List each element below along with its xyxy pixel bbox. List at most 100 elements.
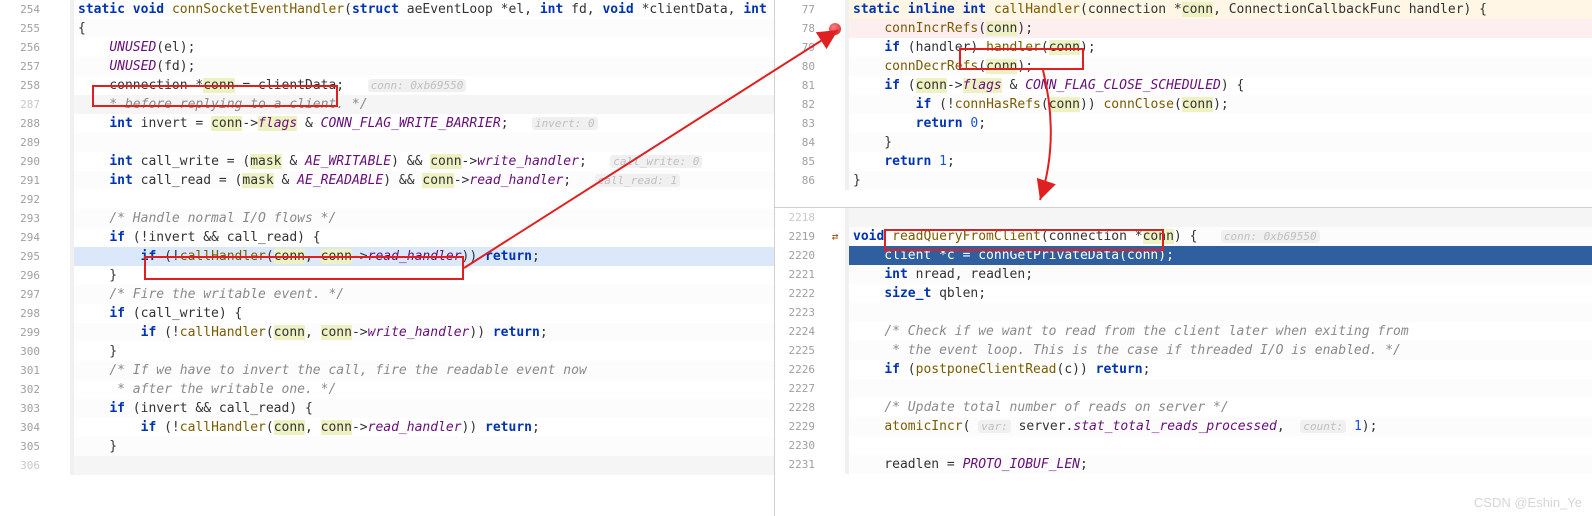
line-number[interactable]: 301 xyxy=(0,361,50,380)
code-line[interactable]: 288 int invert = conn->flags & CONN_FLAG… xyxy=(0,114,774,133)
gutter-mark[interactable] xyxy=(50,361,70,380)
code-line[interactable]: 2223 xyxy=(775,303,1592,322)
gutter-mark[interactable] xyxy=(825,379,845,398)
gutter-mark[interactable] xyxy=(50,209,70,228)
code-line[interactable]: 2225 * the event loop. This is the case … xyxy=(775,341,1592,360)
code-text[interactable] xyxy=(849,208,1592,227)
gutter-mark[interactable] xyxy=(50,114,70,133)
gutter-mark[interactable] xyxy=(825,57,845,76)
line-number[interactable]: 78 xyxy=(775,19,825,38)
code-text[interactable]: UNUSED(el); xyxy=(74,38,774,57)
code-line[interactable]: 294 if (!invert && call_read) { xyxy=(0,228,774,247)
code-line[interactable]: 255 { xyxy=(0,19,774,38)
gutter-mark[interactable] xyxy=(825,114,845,133)
code-text[interactable]: { xyxy=(74,19,774,38)
line-number[interactable]: 287 xyxy=(0,95,50,114)
line-number[interactable]: 2221 xyxy=(775,265,825,284)
code-text[interactable]: /* Update total number of reads on serve… xyxy=(849,398,1592,417)
gutter-mark[interactable] xyxy=(50,19,70,38)
line-number[interactable]: 2224 xyxy=(775,322,825,341)
code-text[interactable] xyxy=(849,436,1592,455)
gutter-mark[interactable] xyxy=(50,266,70,285)
gutter-mark[interactable] xyxy=(825,284,845,303)
line-number[interactable]: 2219 xyxy=(775,227,825,246)
gutter-mark[interactable] xyxy=(50,304,70,323)
gutter-mark[interactable] xyxy=(825,19,845,38)
line-number[interactable]: 2228 xyxy=(775,398,825,417)
line-number[interactable]: 302 xyxy=(0,380,50,399)
code-text[interactable]: return 0; xyxy=(849,114,1592,133)
gutter-mark[interactable] xyxy=(825,341,845,360)
code-line[interactable]: 287 * before replying to a client. */ xyxy=(0,95,774,114)
code-line[interactable]: 2218 xyxy=(775,208,1592,227)
code-line[interactable]: 302 * after the writable one. */ xyxy=(0,380,774,399)
code-line[interactable]: 292 xyxy=(0,190,774,209)
code-line[interactable]: 296 } xyxy=(0,266,774,285)
gutter-mark[interactable] xyxy=(50,152,70,171)
code-text[interactable]: /* Handle normal I/O flows */ xyxy=(74,209,774,228)
code-text[interactable] xyxy=(74,133,774,152)
code-text[interactable]: if (conn->flags & CONN_FLAG_CLOSE_SCHEDU… xyxy=(849,76,1592,95)
line-number[interactable]: 84 xyxy=(775,133,825,152)
gutter-mark[interactable] xyxy=(50,38,70,57)
line-number[interactable]: 2227 xyxy=(775,379,825,398)
line-number[interactable]: 2220 xyxy=(775,246,825,265)
code-text[interactable]: connDecrRefs(conn); xyxy=(849,57,1592,76)
line-number[interactable]: 298 xyxy=(0,304,50,323)
line-number[interactable]: 85 xyxy=(775,152,825,171)
code-text[interactable]: /* Check if we want to read from the cli… xyxy=(849,322,1592,341)
code-line[interactable]: 82 if (!connHasRefs(conn)) connClose(con… xyxy=(775,95,1592,114)
code-line[interactable]: 301 /* If we have to invert the call, fi… xyxy=(0,361,774,380)
line-number[interactable]: 257 xyxy=(0,57,50,76)
gutter-mark[interactable] xyxy=(50,76,70,95)
code-text[interactable]: static inline int callHandler(connection… xyxy=(849,0,1592,19)
line-number[interactable]: 2218 xyxy=(775,208,825,227)
code-text[interactable]: } xyxy=(74,437,774,456)
gutter-mark[interactable] xyxy=(825,455,845,474)
code-line[interactable]: 295 if (!callHandler(conn, conn->read_ha… xyxy=(0,247,774,266)
code-text[interactable]: * after the writable one. */ xyxy=(74,380,774,399)
line-number[interactable]: 258 xyxy=(0,76,50,95)
code-line[interactable]: 2231 readlen = PROTO_IOBUF_LEN; xyxy=(775,455,1592,474)
gutter-mark[interactable] xyxy=(825,398,845,417)
line-number[interactable]: 293 xyxy=(0,209,50,228)
code-line[interactable]: 80 connDecrRefs(conn); xyxy=(775,57,1592,76)
line-number[interactable]: 86 xyxy=(775,171,825,190)
gutter-mark[interactable] xyxy=(50,437,70,456)
left-editor-pane[interactable]: 254static void connSocketEventHandler(st… xyxy=(0,0,775,516)
gutter-mark[interactable] xyxy=(825,322,845,341)
code-text[interactable]: * before replying to a client. */ xyxy=(74,95,774,114)
code-text[interactable]: int nread, readlen; xyxy=(849,265,1592,284)
line-number[interactable]: 294 xyxy=(0,228,50,247)
code-text[interactable]: client *c = connGetPrivateData(conn); xyxy=(849,246,1592,265)
line-number[interactable]: 291 xyxy=(0,171,50,190)
line-number[interactable]: 255 xyxy=(0,19,50,38)
line-number[interactable]: 305 xyxy=(0,437,50,456)
code-line[interactable]: 293 /* Handle normal I/O flows */ xyxy=(0,209,774,228)
code-text[interactable]: /* If we have to invert the call, fire t… xyxy=(74,361,774,380)
code-text[interactable]: static void connSocketEventHandler(struc… xyxy=(74,0,774,19)
code-line[interactable]: 84 } xyxy=(775,133,1592,152)
code-text[interactable]: if (invert && call_read) { xyxy=(74,399,774,418)
gutter-mark[interactable] xyxy=(825,208,845,227)
code-text[interactable]: if (!invert && call_read) { xyxy=(74,228,774,247)
gutter-mark[interactable] xyxy=(825,246,845,265)
code-text[interactable]: if (handler) handler(conn); xyxy=(849,38,1592,57)
code-text[interactable]: } xyxy=(849,133,1592,152)
code-line[interactable]: 2227 xyxy=(775,379,1592,398)
gutter-mark[interactable] xyxy=(50,57,70,76)
code-text[interactable]: int call_write = (mask & AE_WRITABLE) &&… xyxy=(74,152,774,171)
line-number[interactable]: 303 xyxy=(0,399,50,418)
line-number[interactable]: 80 xyxy=(775,57,825,76)
code-text[interactable]: void readQueryFromClient(connection *con… xyxy=(849,227,1592,246)
code-text[interactable]: int invert = conn->flags & CONN_FLAG_WRI… xyxy=(74,114,774,133)
code-text[interactable]: * the event loop. This is the case if th… xyxy=(849,341,1592,360)
code-text[interactable]: UNUSED(fd); xyxy=(74,57,774,76)
line-number[interactable]: 299 xyxy=(0,323,50,342)
right-bottom-editor[interactable]: 22182219⇄void readQueryFromClient(connec… xyxy=(775,208,1592,516)
code-line[interactable]: 258 connection *conn = clientData; conn:… xyxy=(0,76,774,95)
code-text[interactable]: if (!connHasRefs(conn)) connClose(conn); xyxy=(849,95,1592,114)
line-number[interactable]: 289 xyxy=(0,133,50,152)
code-line[interactable]: 2224 /* Check if we want to read from th… xyxy=(775,322,1592,341)
code-text[interactable] xyxy=(849,303,1592,322)
